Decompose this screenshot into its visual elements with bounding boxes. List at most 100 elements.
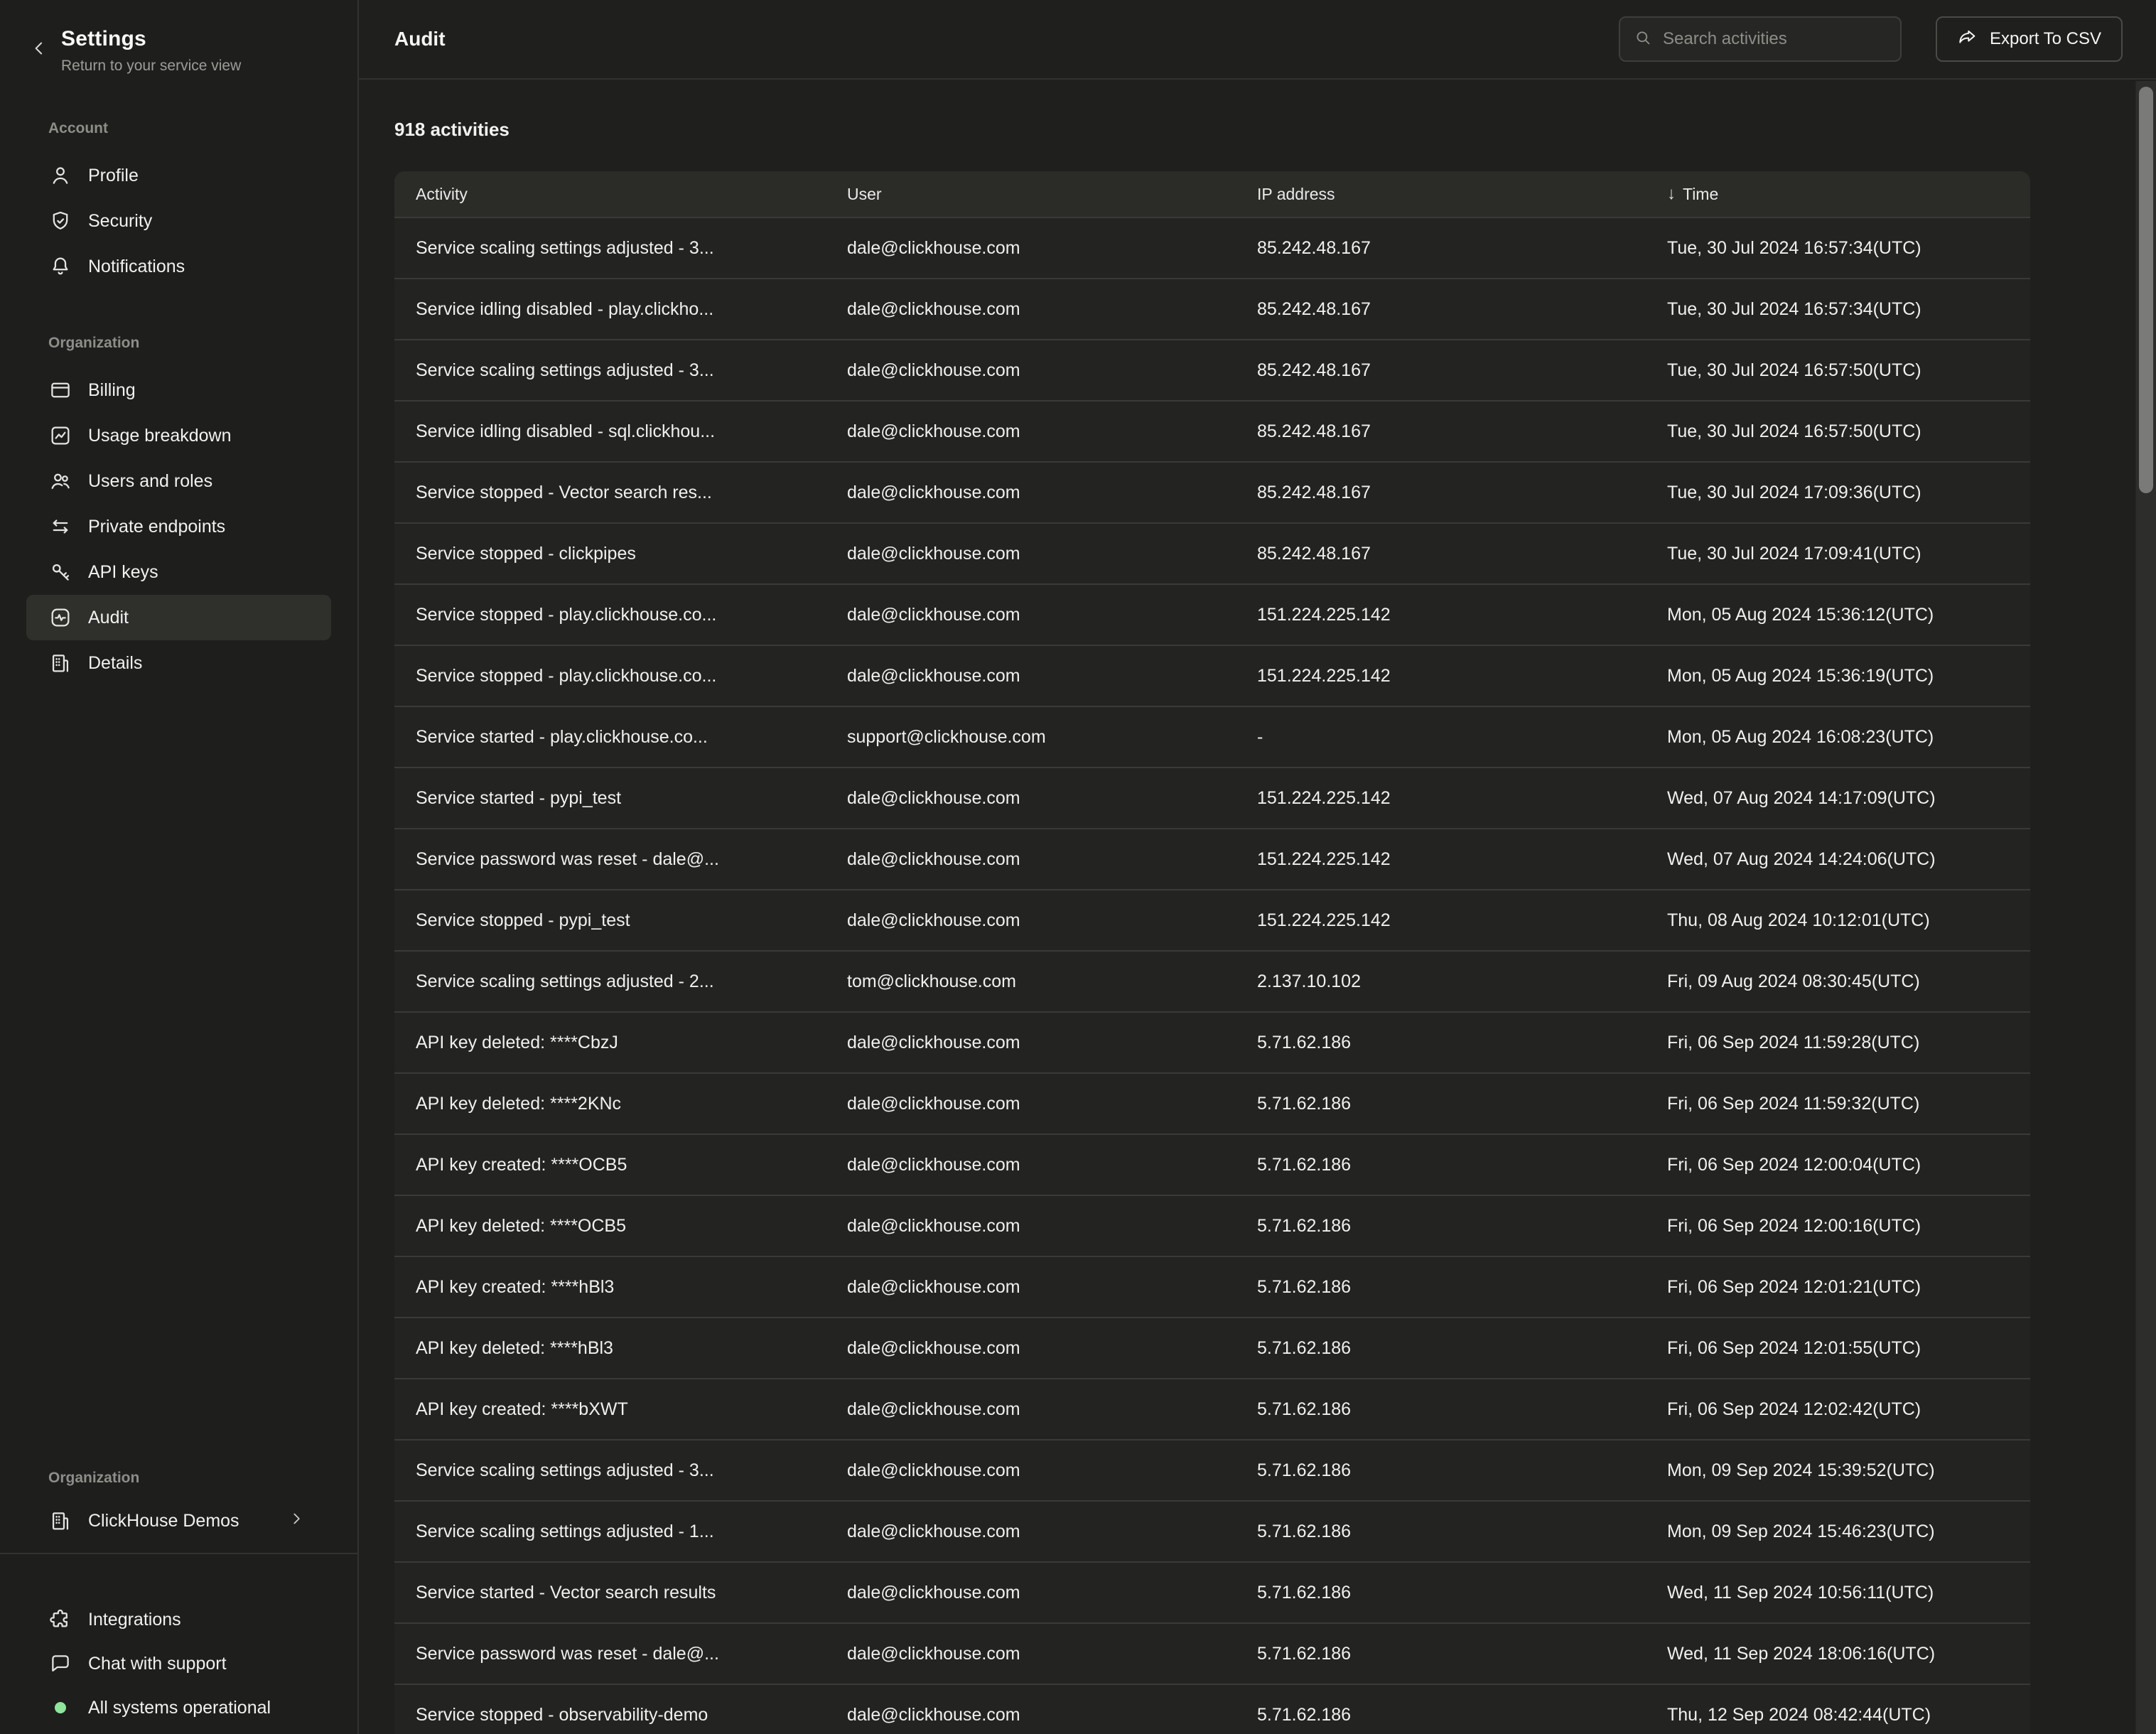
- table-row[interactable]: API key deleted: ****CbzJ dale@clickhous…: [394, 1011, 2030, 1072]
- table-row[interactable]: API key created: ****hBl3 dale@clickhous…: [394, 1256, 2030, 1317]
- status-dot-icon: [48, 1696, 72, 1720]
- sidebar-item-users-and-roles[interactable]: Users and roles: [26, 458, 331, 504]
- table-row[interactable]: API key deleted: ****2KNc dale@clickhous…: [394, 1072, 2030, 1133]
- sidebar-item-notifications[interactable]: Notifications: [26, 244, 331, 289]
- table-row[interactable]: API key created: ****OCB5 dale@clickhous…: [394, 1133, 2030, 1195]
- table-row[interactable]: Service stopped - play.clickhouse.co... …: [394, 583, 2030, 645]
- column-header-time[interactable]: ↓ Time: [1646, 184, 2030, 204]
- cell-time: Wed, 11 Sep 2024 18:06:16(UTC): [1646, 1644, 2030, 1664]
- cell-user: dale@clickhouse.com: [826, 605, 1236, 625]
- export-csv-button[interactable]: Export To CSV: [1936, 16, 2123, 62]
- cell-user: dale@clickhouse.com: [826, 1277, 1236, 1298]
- table-row[interactable]: Service stopped - play.clickhouse.co... …: [394, 645, 2030, 706]
- cell-user: dale@clickhouse.com: [826, 1033, 1236, 1053]
- sidebar-item-security[interactable]: Security: [26, 198, 331, 244]
- cell-ip: 85.242.48.167: [1236, 360, 1646, 381]
- table-row[interactable]: Service stopped - Vector search res... d…: [394, 461, 2030, 522]
- cell-activity: Service stopped - clickpipes: [394, 544, 826, 564]
- cell-ip: 151.224.225.142: [1236, 910, 1646, 931]
- sidebar-item-chat-support[interactable]: Chat with support: [26, 1642, 331, 1686]
- sidebar-item-integrations[interactable]: Integrations: [26, 1598, 331, 1642]
- column-header-ip[interactable]: IP address: [1236, 185, 1646, 204]
- table-row[interactable]: Service stopped - observability-demo dal…: [394, 1684, 2030, 1734]
- settings-subtitle: Return to your service view: [61, 58, 241, 75]
- table-row[interactable]: Service idling disabled - play.clickho..…: [394, 278, 2030, 339]
- cell-time: Fri, 06 Sep 2024 11:59:28(UTC): [1646, 1033, 2030, 1053]
- table-row[interactable]: Service started - pypi_test dale@clickho…: [394, 767, 2030, 828]
- cell-time: Fri, 06 Sep 2024 12:02:42(UTC): [1646, 1399, 2030, 1420]
- column-header-user[interactable]: User: [826, 185, 1236, 204]
- table-row[interactable]: Service scaling settings adjusted - 2...…: [394, 950, 2030, 1011]
- scrollbar[interactable]: [2135, 81, 2156, 1734]
- cell-time: Tue, 30 Jul 2024 17:09:36(UTC): [1646, 483, 2030, 503]
- section-label-organization-bottom: Organization: [48, 1470, 357, 1487]
- chevron-left-icon: [28, 50, 50, 61]
- sidebar-item-details[interactable]: Details: [26, 640, 331, 686]
- table-row[interactable]: API key deleted: ****OCB5 dale@clickhous…: [394, 1195, 2030, 1256]
- table-row[interactable]: Service scaling settings adjusted - 3...…: [394, 339, 2030, 400]
- search-input[interactable]: [1663, 29, 1887, 49]
- section-label-account: Account: [48, 120, 357, 137]
- cell-user: dale@clickhouse.com: [826, 421, 1236, 442]
- cell-user: dale@clickhouse.com: [826, 483, 1236, 503]
- cell-ip: 2.137.10.102: [1236, 971, 1646, 992]
- sidebar-item-label: Billing: [88, 380, 136, 401]
- sidebar-item-private-endpoints[interactable]: Private endpoints: [26, 504, 331, 549]
- table-row[interactable]: Service scaling settings adjusted - 3...…: [394, 217, 2030, 278]
- table-row[interactable]: API key deleted: ****hBl3 dale@clickhous…: [394, 1317, 2030, 1378]
- cell-time: Fri, 06 Sep 2024 12:01:55(UTC): [1646, 1338, 2030, 1359]
- table-row[interactable]: Service password was reset - dale@... da…: [394, 828, 2030, 889]
- cell-activity: Service idling disabled - play.clickho..…: [394, 299, 826, 320]
- puzzle-icon: [48, 1608, 72, 1632]
- shield-check-icon: [48, 209, 72, 233]
- sidebar-item-profile[interactable]: Profile: [26, 153, 331, 198]
- cell-activity: Service scaling settings adjusted - 3...: [394, 360, 826, 381]
- system-status[interactable]: All systems operational: [26, 1686, 331, 1730]
- cell-ip: 85.242.48.167: [1236, 299, 1646, 320]
- column-header-activity[interactable]: Activity: [394, 185, 826, 204]
- sidebar-item-billing[interactable]: Billing: [26, 367, 331, 413]
- building-icon: [48, 651, 72, 675]
- cell-activity: API key deleted: ****2KNc: [394, 1094, 826, 1114]
- sidebar-item-usage-breakdown[interactable]: Usage breakdown: [26, 413, 331, 458]
- sidebar-item-audit[interactable]: Audit: [26, 595, 331, 640]
- cell-ip: 5.71.62.186: [1236, 1216, 1646, 1237]
- table-row[interactable]: Service stopped - pypi_test dale@clickho…: [394, 889, 2030, 950]
- status-label: All systems operational: [88, 1698, 271, 1718]
- back-button[interactable]: [28, 37, 50, 61]
- sidebar-item-label: Profile: [88, 166, 139, 186]
- cell-user: dale@clickhouse.com: [826, 1460, 1236, 1481]
- cell-ip: -: [1236, 727, 1646, 748]
- cell-activity: Service started - play.clickhouse.co...: [394, 727, 826, 748]
- sidebar-footer: Integrations Chat with support All syste…: [0, 1598, 357, 1730]
- cell-user: dale@clickhouse.com: [826, 1583, 1236, 1603]
- table-row[interactable]: Service started - Vector search results …: [394, 1561, 2030, 1622]
- cell-time: Wed, 07 Aug 2024 14:17:09(UTC): [1646, 788, 2030, 809]
- cell-ip: 5.71.62.186: [1236, 1155, 1646, 1175]
- cell-ip: 85.242.48.167: [1236, 483, 1646, 503]
- main-area: Audit Export To CSV 918 activities Activ…: [359, 0, 2156, 1734]
- search-icon: [1633, 28, 1653, 51]
- table-row[interactable]: Service password was reset - dale@... da…: [394, 1622, 2030, 1684]
- table-row[interactable]: Service started - play.clickhouse.co... …: [394, 706, 2030, 767]
- chat-bubble-icon: [48, 1652, 72, 1676]
- cell-activity: Service stopped - observability-demo: [394, 1705, 826, 1725]
- org-switcher[interactable]: ClickHouse Demos: [26, 1498, 331, 1544]
- page-title: Audit: [394, 28, 446, 50]
- cell-ip: 151.224.225.142: [1236, 605, 1646, 625]
- chart-icon: [48, 424, 72, 448]
- scrollbar-thumb[interactable]: [2139, 87, 2153, 493]
- cell-ip: 5.71.62.186: [1236, 1033, 1646, 1053]
- table-row[interactable]: Service scaling settings adjusted - 3...…: [394, 1439, 2030, 1500]
- cell-user: dale@clickhouse.com: [826, 788, 1236, 809]
- sidebar-item-label: Usage breakdown: [88, 426, 232, 446]
- cell-time: Mon, 05 Aug 2024 15:36:12(UTC): [1646, 605, 2030, 625]
- cell-activity: Service password was reset - dale@...: [394, 1644, 826, 1664]
- sidebar-item-api-keys[interactable]: API keys: [26, 549, 331, 595]
- cell-activity: Service scaling settings adjusted - 1...: [394, 1522, 826, 1542]
- cell-user: dale@clickhouse.com: [826, 1216, 1236, 1237]
- table-row[interactable]: Service stopped - clickpipes dale@clickh…: [394, 522, 2030, 583]
- table-row[interactable]: Service idling disabled - sql.clickhou..…: [394, 400, 2030, 461]
- table-row[interactable]: API key created: ****bXWT dale@clickhous…: [394, 1378, 2030, 1439]
- table-row[interactable]: Service scaling settings adjusted - 1...…: [394, 1500, 2030, 1561]
